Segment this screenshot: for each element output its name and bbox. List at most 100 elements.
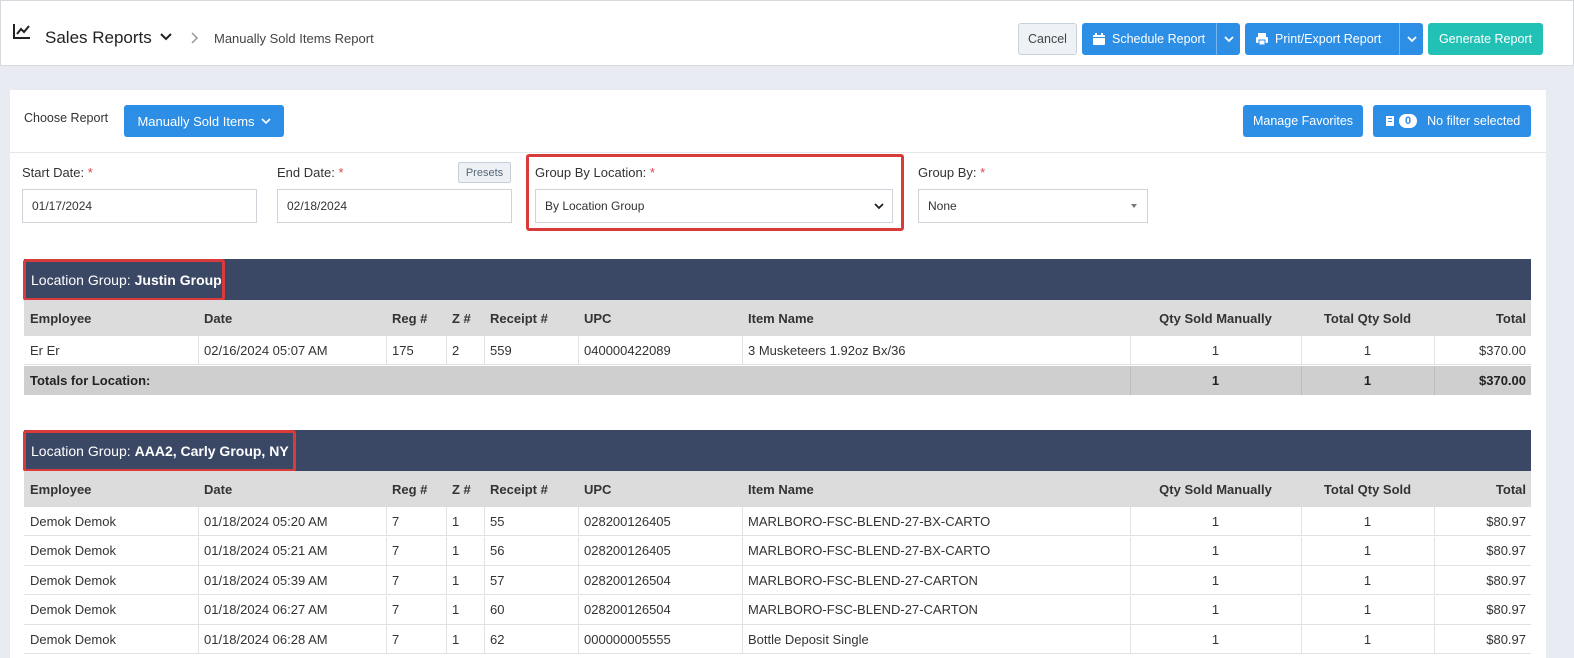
table-row: Demok Demok 01/18/2024 06:28 AM 7 1 62 000000… (24, 625, 1531, 654)
chevron-down-icon[interactable] (159, 32, 173, 42)
filter-count-badge: 0 (1399, 114, 1418, 128)
cell-item-name: 3 Musketeers 1.92oz Bx/36 (748, 342, 906, 358)
cell-employee: Demok Demok (30, 513, 116, 529)
column-header-reg[interactable]: Reg # (386, 300, 446, 336)
table-row: Demok Demok 01/18/2024 05:20 AM 7 1 55 028200… (24, 507, 1531, 536)
divider (10, 152, 1546, 153)
totals-qty-total: 1 (1363, 372, 1372, 388)
cell-reg: 7 (392, 513, 400, 529)
cell-receipt: 55 (490, 513, 505, 529)
column-header-z[interactable]: Z # (446, 300, 484, 336)
column-header-qty-manual[interactable]: Qty Sold Manually (1130, 471, 1301, 507)
chart-line-icon (13, 23, 31, 39)
cell-reg: 7 (392, 631, 400, 647)
chevron-down-icon (1223, 35, 1234, 42)
column-header-total[interactable]: Total (1434, 300, 1531, 336)
cancel-button[interactable]: Cancel (1018, 23, 1077, 55)
column-header-z[interactable]: Z # (446, 471, 484, 507)
cell-qty-manual: 1 (1211, 342, 1220, 358)
cell-upc: 028200126405 (584, 513, 671, 529)
manage-favorites-button[interactable]: Manage Favorites (1243, 105, 1363, 137)
chevron-down-icon (1406, 35, 1417, 42)
cell-upc: 028200126504 (584, 572, 671, 588)
highlight-box (23, 259, 225, 301)
cell-employee: Demok Demok (30, 543, 116, 558)
schedule-dropdown-toggle[interactable] (1216, 23, 1240, 55)
location-group-header: Location Group: Justin Group (24, 259, 1531, 300)
end-date-label: End Date: * (277, 165, 344, 180)
cell-z: 2 (452, 342, 460, 358)
cell-reg: 175 (392, 342, 414, 358)
cell-date: 01/18/2024 05:21 AM (204, 543, 328, 558)
cell-upc: 040000422089 (584, 342, 671, 358)
totals-label: Totals for Location: (30, 372, 151, 388)
column-header-item-name[interactable]: Item Name (742, 300, 1130, 336)
print-export-button[interactable]: Print/Export Report (1245, 23, 1423, 55)
cell-upc: 028200126504 (584, 602, 671, 617)
column-header-upc[interactable]: UPC (578, 471, 742, 507)
cell-z: 1 (452, 572, 460, 588)
highlight-box (23, 430, 296, 472)
page-title[interactable]: Sales Reports (45, 28, 152, 48)
column-header-receipt[interactable]: Receipt # (484, 471, 578, 507)
cell-employee: Er Er (30, 342, 60, 358)
group-by-select[interactable]: None (918, 189, 1148, 223)
choose-report-label: Choose Report (24, 111, 109, 125)
column-header-receipt[interactable]: Receipt # (484, 300, 578, 336)
cell-reg: 7 (392, 543, 400, 558)
cell-receipt: 60 (490, 602, 505, 617)
highlight-box (526, 154, 904, 231)
totals-qty-manual: 1 (1211, 372, 1220, 388)
caret-down-icon (1131, 204, 1137, 208)
cell-qty-total: 1 (1363, 342, 1372, 358)
column-header-reg[interactable]: Reg # (386, 471, 446, 507)
group-by-value: None (928, 199, 957, 213)
cell-date: 01/18/2024 05:20 AM (204, 513, 328, 529)
column-header-total[interactable]: Total (1434, 471, 1531, 507)
column-header-employee[interactable]: Employee (24, 300, 198, 336)
column-header-date[interactable]: Date (198, 471, 386, 507)
schedule-report-button[interactable]: Schedule Report (1082, 23, 1240, 55)
cell-qty-manual: 1 (1211, 631, 1220, 647)
cell-z: 1 (452, 543, 460, 558)
cell-receipt: 57 (490, 572, 505, 588)
cell-employee: Demok Demok (30, 631, 116, 647)
document-icon (1386, 116, 1394, 126)
end-date-input[interactable]: 02/18/2024 (277, 189, 512, 223)
cell-z: 1 (452, 631, 460, 647)
cell-qty-total: 1 (1363, 543, 1372, 558)
cell-date: 02/16/2024 05:07 AM (204, 342, 328, 358)
cell-item-name: MARLBORO-FSC-BLEND-27-BX-CARTO (748, 543, 991, 558)
cell-employee: Demok Demok (30, 602, 116, 617)
cell-z: 1 (452, 602, 460, 617)
cell-item-name: MARLBORO-FSC-BLEND-27-CARTON (748, 602, 978, 617)
column-header-qty-manual[interactable]: Qty Sold Manually (1130, 300, 1301, 336)
table-header-row: Employee Date Reg # Z # Receipt # UPC Item Nam… (24, 300, 1531, 336)
cell-z: 1 (452, 513, 460, 529)
generate-report-button[interactable]: Generate Report (1428, 23, 1543, 55)
choose-report-dropdown[interactable]: Manually Sold Items (124, 105, 284, 137)
filter-label: No filter selected (1427, 114, 1521, 128)
filter-button[interactable]: 0 No filter selected (1373, 105, 1531, 137)
column-header-qty-total[interactable]: Total Qty Sold (1301, 471, 1434, 507)
table-row: Demok Demok 01/18/2024 06:27 AM 7 1 60 028200… (24, 595, 1531, 625)
cell-qty-total: 1 (1363, 631, 1372, 647)
column-header-qty-total[interactable]: Total Qty Sold (1301, 300, 1434, 336)
cell-reg: 7 (392, 572, 400, 588)
presets-button[interactable]: Presets (458, 162, 511, 183)
column-header-date[interactable]: Date (198, 300, 386, 336)
cell-total: $370.00 (1479, 342, 1526, 358)
start-date-input[interactable]: 01/17/2024 (22, 189, 257, 223)
schedule-report-label: Schedule Report (1112, 32, 1206, 46)
cell-receipt: 62 (490, 631, 505, 647)
cell-receipt: 559 (490, 342, 512, 358)
cell-reg: 7 (392, 602, 400, 617)
print-dropdown-toggle[interactable] (1399, 23, 1423, 55)
column-header-upc[interactable]: UPC (578, 300, 742, 336)
cell-item-name: Bottle Deposit Single (748, 631, 869, 647)
printer-icon (1256, 33, 1268, 46)
column-header-item-name[interactable]: Item Name (742, 471, 1130, 507)
top-header: Sales Reports Manually Sold Items Report… (0, 0, 1574, 66)
cell-item-name: MARLBORO-FSC-BLEND-27-BX-CARTO (748, 513, 991, 529)
column-header-employee[interactable]: Employee (24, 471, 198, 507)
